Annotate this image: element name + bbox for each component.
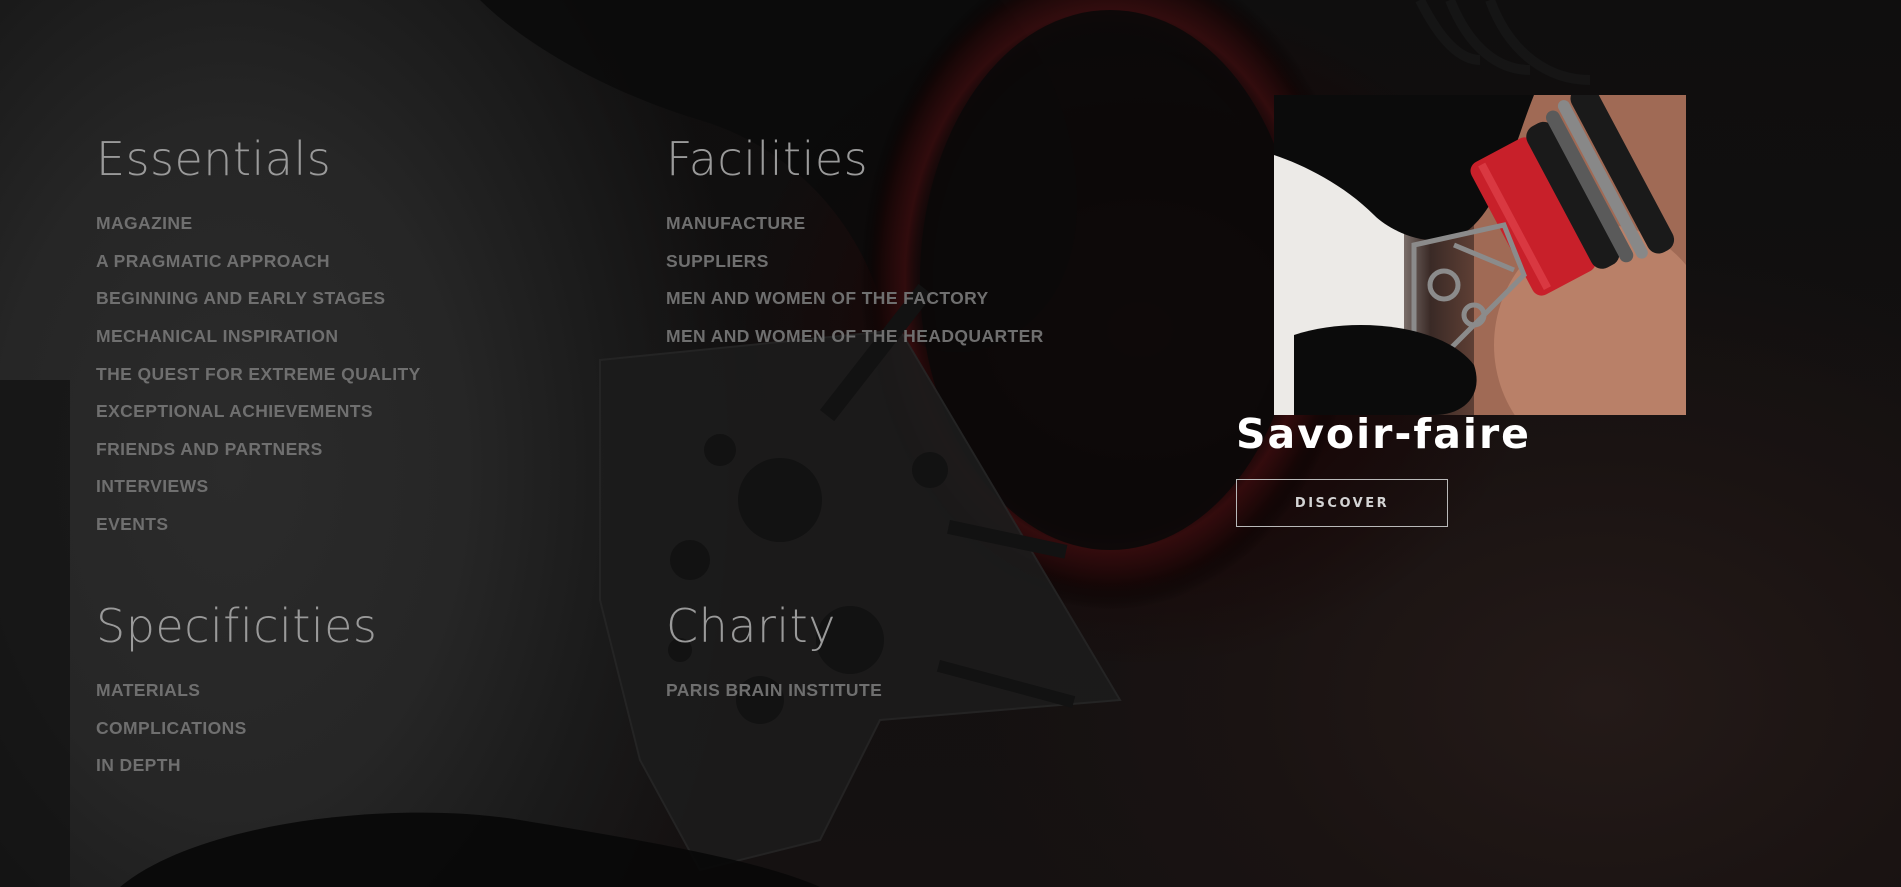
list-item: MEN AND WOMEN OF THE HEADQUARTER — [666, 318, 1044, 356]
link-suppliers[interactable]: SUPPLIERS — [666, 251, 769, 272]
link-paris-brain-institute[interactable]: PARIS BRAIN INSTITUTE — [666, 680, 882, 701]
link-exceptional-achievements[interactable]: EXCEPTIONAL ACHIEVEMENTS — [96, 401, 373, 422]
section-title-specificities: Specificities — [96, 599, 378, 653]
list-item: MATERIALS — [96, 672, 377, 710]
list-item: IN DEPTH — [96, 747, 377, 785]
link-events[interactable]: EVENTS — [96, 514, 168, 535]
list-item: SUPPLIERS — [666, 243, 1044, 281]
list-item: A PRAGMATIC APPROACH — [96, 243, 421, 281]
link-manufacture[interactable]: MANUFACTURE — [666, 213, 806, 234]
section-title-essentials: Essentials — [96, 132, 332, 186]
link-magazine[interactable]: MAGAZINE — [96, 213, 193, 234]
section-title-charity: Charity — [666, 599, 836, 653]
list-item: MAGAZINE — [96, 205, 421, 243]
facilities-link-list: MANUFACTURE SUPPLIERS MEN AND WOMEN OF T… — [666, 205, 1044, 355]
list-item: MEN AND WOMEN OF THE FACTORY — [666, 280, 1044, 318]
list-item: MECHANICAL INSPIRATION — [96, 318, 421, 356]
list-item: INTERVIEWS — [96, 468, 421, 506]
specificities-link-list: MATERIALS COMPLICATIONS IN DEPTH — [96, 672, 377, 785]
link-beginning-early-stages[interactable]: BEGINNING AND EARLY STAGES — [96, 288, 385, 309]
link-pragmatic-approach[interactable]: A PRAGMATIC APPROACH — [96, 251, 330, 272]
list-item: EXCEPTIONAL ACHIEVEMENTS — [96, 393, 421, 431]
section-title-facilities: Facilities — [666, 132, 869, 186]
section-facilities: Facilities MANUFACTURE SUPPLIERS MEN AND… — [666, 131, 1044, 355]
list-item: THE QUEST FOR EXTREME QUALITY — [96, 355, 421, 393]
link-mechanical-inspiration[interactable]: MECHANICAL INSPIRATION — [96, 326, 338, 347]
discover-button[interactable]: DISCOVER — [1236, 479, 1448, 527]
list-item: MANUFACTURE — [666, 205, 1044, 243]
section-charity: Charity PARIS BRAIN INSTITUTE — [666, 598, 882, 710]
list-item: BEGINNING AND EARLY STAGES — [96, 280, 421, 318]
link-interviews[interactable]: INTERVIEWS — [96, 476, 209, 497]
list-item: FRIENDS AND PARTNERS — [96, 431, 421, 469]
link-men-women-headquarter[interactable]: MEN AND WOMEN OF THE HEADQUARTER — [666, 326, 1044, 347]
menu-overlay: Essentials MAGAZINE A PRAGMATIC APPROACH… — [0, 0, 1901, 887]
section-specificities: Specificities MATERIALS COMPLICATIONS IN… — [96, 598, 377, 785]
essentials-link-list: MAGAZINE A PRAGMATIC APPROACH BEGINNING … — [96, 205, 421, 543]
link-complications[interactable]: COMPLICATIONS — [96, 718, 247, 739]
feature-title: Savoir-faire — [1236, 410, 1531, 458]
link-quest-extreme-quality[interactable]: THE QUEST FOR EXTREME QUALITY — [96, 364, 421, 385]
section-essentials: Essentials MAGAZINE A PRAGMATIC APPROACH… — [96, 131, 421, 543]
charity-link-list: PARIS BRAIN INSTITUTE — [666, 672, 882, 710]
link-friends-partners[interactable]: FRIENDS AND PARTNERS — [96, 439, 323, 460]
list-item: EVENTS — [96, 506, 421, 544]
feature-image[interactable] — [1274, 95, 1686, 415]
link-men-women-factory[interactable]: MEN AND WOMEN OF THE FACTORY — [666, 288, 989, 309]
link-materials[interactable]: MATERIALS — [96, 680, 200, 701]
list-item: PARIS BRAIN INSTITUTE — [666, 672, 882, 710]
watchmaker-loupe-photo-icon — [1274, 95, 1686, 415]
list-item: COMPLICATIONS — [96, 710, 377, 748]
link-in-depth[interactable]: IN DEPTH — [96, 755, 181, 776]
